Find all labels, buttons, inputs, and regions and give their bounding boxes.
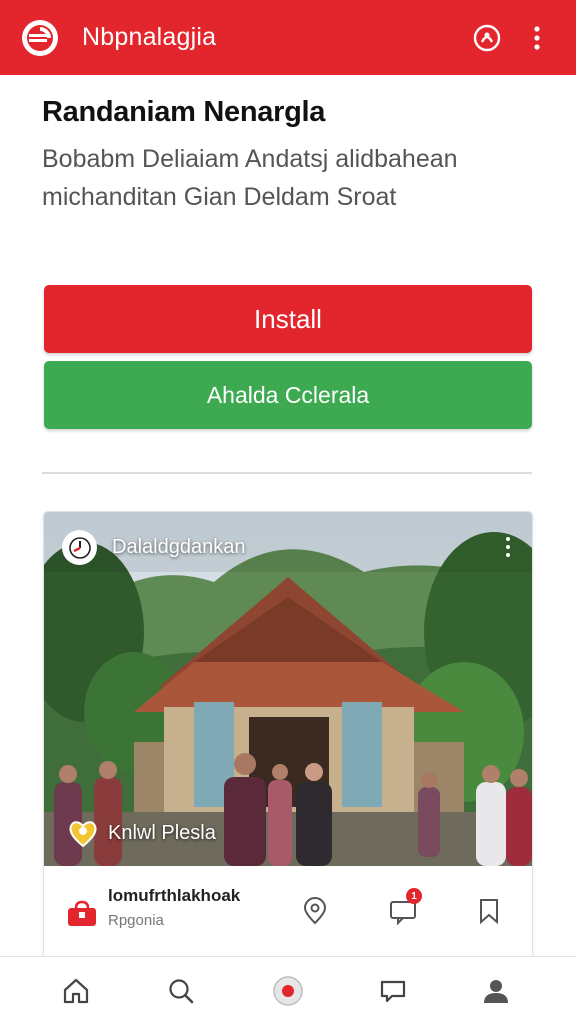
secondary-action-button[interactable]: Ahalda Cclerala: [44, 361, 532, 429]
post-card[interactable]: Dalaldgdankan Knlwl Plesla lomufrthlakho…: [44, 512, 532, 964]
search-icon[interactable]: [163, 973, 199, 1009]
location-label: Knlwl Plesla: [108, 821, 216, 844]
post-footer: lomufrthlakhoak Rpgonia 1: [44, 866, 532, 964]
post-image[interactable]: Dalaldgdankan Knlwl Plesla: [44, 512, 532, 866]
divider: [42, 472, 532, 474]
bookmark-icon[interactable]: [472, 894, 506, 928]
location-heart-icon: [69, 821, 97, 848]
brand-logo-icon[interactable]: [22, 19, 58, 56]
card-more-icon[interactable]: [498, 534, 518, 560]
clock-icon[interactable]: [62, 530, 97, 565]
page-title: Randaniam Nenargla: [42, 96, 326, 128]
home-icon[interactable]: [58, 973, 94, 1009]
shop-subtitle: Rpgonia: [108, 912, 164, 929]
channel-name[interactable]: Dalaldgdankan: [112, 536, 245, 559]
more-vertical-icon[interactable]: [520, 21, 554, 55]
record-icon[interactable]: [270, 973, 306, 1009]
top-app-bar: Nbpnalagjia: [0, 0, 576, 75]
install-button[interactable]: Install: [44, 285, 532, 353]
shop-name[interactable]: lomufrthlakhoak: [108, 886, 240, 906]
comment-button[interactable]: 1: [386, 888, 422, 928]
location-tag[interactable]: Knlwl Plesla: [66, 816, 216, 850]
page-description: Bobabm Deliaiam Andatsj alidbahean micha…: [42, 145, 458, 211]
chat-icon[interactable]: [375, 973, 411, 1009]
eye-icon[interactable]: [298, 894, 332, 928]
profile-icon[interactable]: [470, 21, 504, 55]
shop-bag-icon[interactable]: [66, 900, 98, 933]
comment-count-badge: 1: [406, 888, 422, 904]
profile-icon[interactable]: [478, 973, 514, 1009]
app-title: Nbpnalagjia: [82, 23, 217, 51]
bottom-navigation: [0, 956, 576, 1024]
